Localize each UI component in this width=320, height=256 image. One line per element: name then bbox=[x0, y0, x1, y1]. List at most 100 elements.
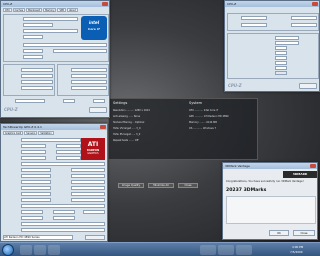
cpuz-title-bar: CPU-Z bbox=[1, 1, 109, 7]
directx-support-field bbox=[71, 180, 105, 184]
texture-fillrate-field bbox=[71, 186, 105, 190]
gpuz-tabs: Graphics Card Sensors Validation bbox=[3, 131, 54, 135]
dram-frequency-field bbox=[275, 36, 299, 40]
gpuz-close-button[interactable] bbox=[85, 235, 105, 240]
taskbar-app-media[interactable] bbox=[48, 245, 60, 255]
settings-row: Texture filtering .. Optimal bbox=[113, 121, 145, 124]
computing-field bbox=[21, 228, 105, 232]
tab-spd[interactable]: SPD bbox=[57, 8, 67, 12]
score-value: 20237 3DMarks bbox=[226, 188, 267, 193]
vantage-close-button[interactable]: Close bbox=[178, 183, 198, 188]
score-breakdown bbox=[226, 196, 316, 224]
start-button[interactable] bbox=[2, 244, 14, 256]
bus-speed-field bbox=[21, 80, 53, 84]
tab-sensors[interactable]: Sensors bbox=[24, 131, 38, 135]
device-id-field bbox=[21, 168, 51, 172]
ati-logo-text: ATI bbox=[87, 141, 99, 148]
timings-section bbox=[227, 33, 319, 79]
settings-row: HLSL PS target ..... 3_0 bbox=[113, 133, 141, 136]
transistors-field bbox=[56, 156, 81, 160]
cas-latency-field bbox=[275, 46, 287, 50]
gpuz-window: TechPowerUp GPU-Z 0.4.1 Graphics Card Se… bbox=[0, 123, 108, 242]
close-button[interactable] bbox=[102, 2, 108, 6]
processor-field bbox=[23, 17, 78, 21]
command-rate-field bbox=[275, 66, 287, 70]
specification-field bbox=[23, 43, 107, 47]
tab-memory[interactable]: Memory bbox=[43, 8, 57, 12]
cpuz-cpu-window: CPU-Z CPU Caches Mainboard Memory SPD Ab… bbox=[0, 0, 110, 118]
taskbar-app-ie[interactable] bbox=[20, 245, 32, 255]
memory-type-field bbox=[21, 192, 51, 196]
tab-validation[interactable]: Validation bbox=[38, 131, 54, 135]
taskbar-clock-date[interactable]: 7/5/2009 bbox=[290, 250, 303, 254]
cpuz-tabs: CPU Caches Mainboard Memory SPD About bbox=[3, 8, 78, 12]
memory-clock-field bbox=[53, 210, 75, 214]
system-heading: System bbox=[189, 101, 203, 105]
intel-logo-sub: Core i7 bbox=[88, 27, 100, 31]
technology-field bbox=[23, 35, 43, 39]
memory-size-field bbox=[241, 23, 267, 27]
level2-field bbox=[71, 80, 107, 84]
ok-button[interactable] bbox=[89, 107, 107, 113]
die-size-field bbox=[56, 150, 81, 154]
multiplier-field bbox=[21, 74, 53, 78]
gpuz-title-bar: TechPowerUp GPU-Z 0.4.1 bbox=[1, 124, 107, 130]
congrats-message: Congratulations, You have succesfully ru… bbox=[226, 180, 304, 183]
l1-data-field bbox=[71, 68, 107, 72]
level3-field bbox=[71, 86, 107, 90]
close-button[interactable] bbox=[100, 125, 106, 129]
cpuz-memory-window: CPU-Z CPU-Z bbox=[224, 0, 320, 92]
threads-field bbox=[93, 99, 105, 103]
subvendor-field bbox=[71, 168, 105, 172]
3dmark-logo-text: 3DMARK bbox=[292, 172, 308, 176]
default-clock-field bbox=[21, 216, 43, 220]
tab-graphics-card[interactable]: Graphics Card bbox=[3, 131, 24, 135]
taskbar-app-gpuz[interactable] bbox=[218, 245, 234, 255]
tab-caches[interactable]: Caches bbox=[12, 8, 26, 12]
minimize-all-button[interactable]: Minimize All bbox=[148, 183, 174, 188]
memory-size-field bbox=[21, 198, 51, 202]
result-close-button[interactable]: Close bbox=[293, 230, 315, 236]
bios-version-field bbox=[21, 162, 105, 166]
taskbar: 4:00 PM 7/5/2009 bbox=[0, 242, 320, 256]
ras-cas-field bbox=[275, 51, 287, 55]
window-title: CPU-Z bbox=[3, 2, 13, 6]
result-dialog: 3DMark Vantage 3DMARK Congratulations, Y… bbox=[222, 162, 318, 240]
core-speed-field bbox=[21, 68, 53, 72]
settings-heading: Settings bbox=[113, 101, 128, 105]
vantage-settings-panel: Settings System Resolution .......... 12… bbox=[108, 98, 258, 160]
close-button[interactable] bbox=[310, 164, 316, 168]
tab-mainboard[interactable]: Mainboard bbox=[26, 8, 43, 12]
tab-about[interactable]: About bbox=[67, 8, 78, 12]
rops-field bbox=[21, 174, 51, 178]
taskbar-clock-time[interactable]: 4:00 PM bbox=[292, 245, 303, 249]
ati-logo: ATI RADEON GRAPHICS bbox=[81, 138, 105, 160]
result-ok-button[interactable]: OK bbox=[269, 230, 289, 236]
selection-dropdown[interactable] bbox=[15, 99, 45, 103]
gpu-field bbox=[21, 144, 46, 148]
package-field bbox=[23, 29, 78, 33]
window-title: CPU-Z bbox=[227, 2, 237, 6]
fsb-dram-field bbox=[275, 41, 299, 45]
ras-precharge-field bbox=[275, 56, 287, 60]
close-button[interactable] bbox=[312, 2, 318, 6]
image-quality-button[interactable]: Image Quality bbox=[118, 183, 144, 188]
shader-clock-field bbox=[83, 210, 105, 214]
memory-type-field bbox=[241, 16, 267, 20]
result-title-bar: 3DMark Vantage bbox=[223, 163, 317, 169]
window-title: 3DMark Vantage bbox=[225, 164, 250, 168]
ok-button[interactable] bbox=[299, 83, 317, 89]
cores-field bbox=[63, 99, 75, 103]
taskbar-app-3dmark[interactable] bbox=[236, 245, 252, 255]
ext-family-field bbox=[23, 55, 43, 59]
taskbar-app-explorer[interactable] bbox=[34, 245, 46, 255]
taskbar-app-cpuz[interactable] bbox=[200, 245, 216, 255]
channels-field bbox=[291, 16, 317, 20]
tab-cpu[interactable]: CPU bbox=[3, 8, 12, 12]
settings-row: Resolution .......... 1280 x 1024 bbox=[113, 109, 150, 112]
bus-interface-field bbox=[71, 174, 105, 178]
gpu-name-field bbox=[21, 138, 81, 142]
3dmark-logo: 3DMARK bbox=[283, 171, 317, 178]
gpu-select-label: ATI Radeon HD 4890 Series bbox=[4, 236, 40, 239]
cycle-time-field bbox=[275, 61, 287, 65]
